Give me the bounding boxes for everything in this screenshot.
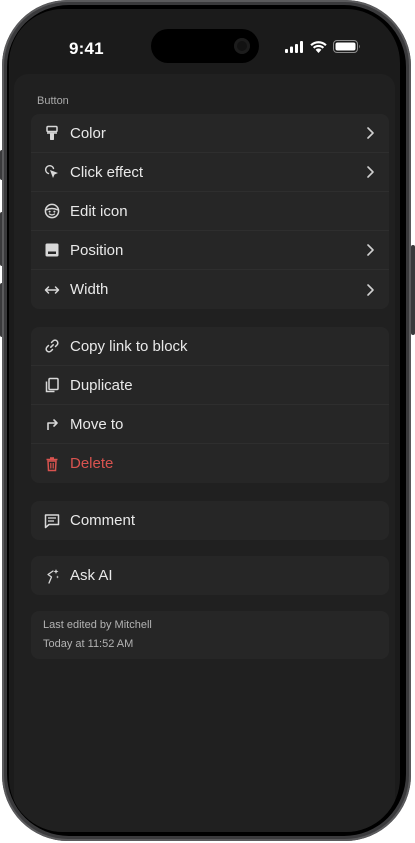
status-icons	[285, 40, 361, 53]
button-options-group: Color Click effect Edit icon Position Wi…	[31, 114, 389, 309]
menu-item-copy-link[interactable]: Copy link to block	[31, 327, 389, 366]
position-icon	[43, 241, 61, 259]
cursor-click-icon	[43, 163, 61, 181]
chevron-right-icon	[367, 283, 374, 296]
battery-icon	[333, 40, 360, 53]
cellular-signal-icon	[285, 40, 303, 53]
menu-item-position[interactable]: Position	[31, 231, 389, 270]
dynamic-island	[151, 29, 259, 63]
menu-item-label: Color	[70, 124, 106, 142]
menu-item-edit-icon[interactable]: Edit icon	[31, 192, 389, 231]
comment-group: Comment	[31, 501, 389, 540]
menu-section-title: Button	[37, 95, 69, 107]
power-button[interactable]	[411, 245, 415, 335]
block-action-menu: Button Color Click effect Edit icon Posi…	[14, 74, 395, 832]
menu-item-click-effect[interactable]: Click effect	[31, 153, 389, 192]
menu-item-move-to[interactable]: Move to	[31, 405, 389, 444]
last-edited-by: Last edited by Mitchell	[43, 619, 152, 631]
block-actions-group: Copy link to block Duplicate Move to Del…	[31, 327, 389, 483]
menu-item-label: Comment	[70, 512, 136, 529]
menu-item-label: Move to	[70, 415, 124, 433]
menu-item-label: Width	[70, 281, 109, 298]
menu-item-label: Ask AI	[70, 567, 113, 584]
trash-icon	[43, 455, 61, 473]
menu-item-ask-ai[interactable]: Ask AI	[31, 556, 389, 595]
menu-item-comment[interactable]: Comment	[31, 501, 389, 540]
link-icon	[43, 337, 61, 355]
ask-ai-group: Ask AI	[31, 556, 389, 595]
status-bar: 9:41	[9, 9, 400, 69]
edit-info-footer: Last edited by Mitchell Today at 11:52 A…	[31, 611, 389, 659]
chevron-right-icon	[367, 166, 374, 178]
menu-item-width[interactable]: Width	[31, 270, 389, 309]
last-edited-time: Today at 11:52 AM	[43, 638, 134, 650]
menu-item-label: Edit icon	[70, 202, 128, 220]
paint-roller-icon	[43, 124, 61, 142]
screen: 9:41 Button Color Click effect Edit icon…	[9, 9, 400, 832]
wifi-icon	[310, 40, 327, 53]
move-to-icon	[43, 415, 61, 433]
camera-icon	[234, 38, 250, 54]
menu-item-label: Copy link to block	[70, 337, 188, 355]
duplicate-icon	[43, 376, 61, 394]
chevron-right-icon	[367, 244, 374, 256]
menu-item-duplicate[interactable]: Duplicate	[31, 366, 389, 405]
width-arrows-icon	[43, 281, 61, 299]
menu-item-label: Position	[70, 241, 124, 259]
menu-item-color[interactable]: Color	[31, 114, 389, 153]
emoji-face-icon	[43, 202, 61, 220]
menu-item-label: Delete	[70, 455, 114, 472]
menu-item-delete[interactable]: Delete	[31, 444, 389, 483]
ai-sparkle-icon	[43, 567, 61, 585]
menu-item-label: Duplicate	[70, 376, 133, 394]
menu-item-label: Click effect	[70, 163, 144, 181]
chevron-right-icon	[367, 127, 374, 139]
status-time: 9:41	[69, 39, 104, 58]
comment-icon	[43, 512, 61, 530]
